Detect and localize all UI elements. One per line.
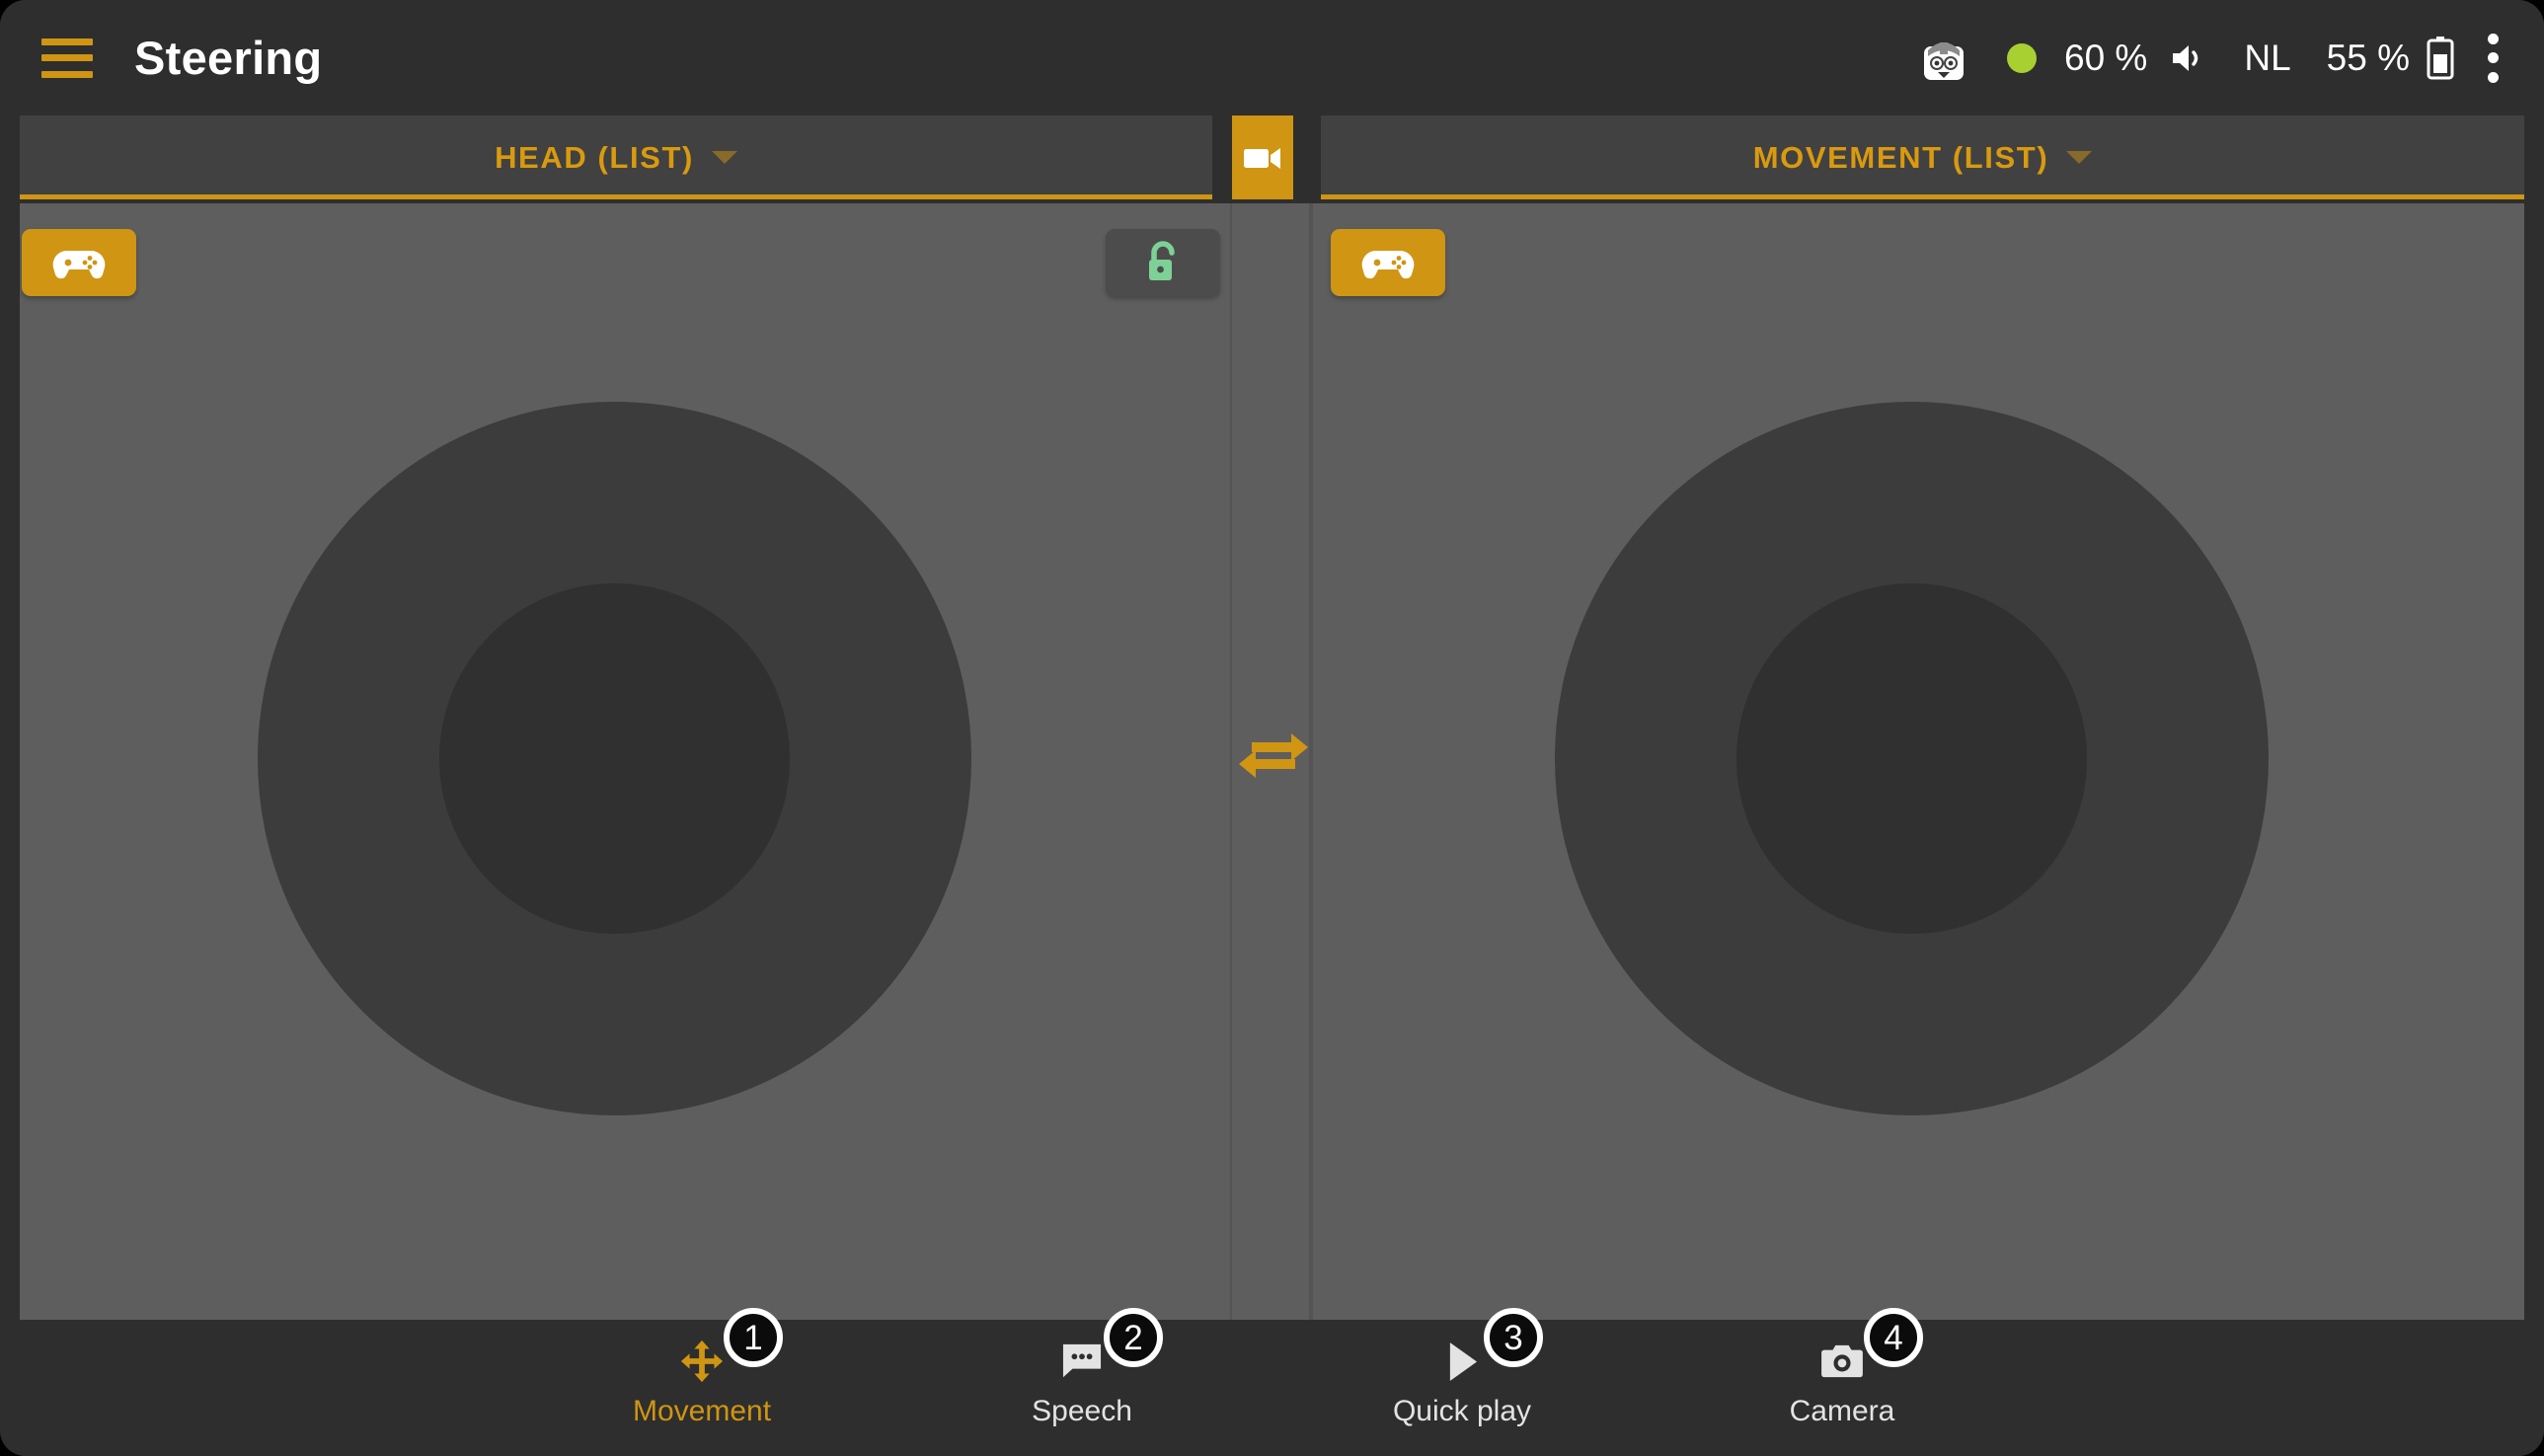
video-camera-toggle-button[interactable] [1232, 115, 1293, 199]
head-lock-button[interactable] [1106, 229, 1220, 296]
nav-item-movement[interactable]: Movement 1 [512, 1308, 892, 1446]
nav-item-quick-play[interactable]: Quick play 3 [1272, 1308, 1653, 1446]
menu-dot [2487, 33, 2499, 44]
battery-icon [2427, 36, 2454, 79]
head-gamepad-button[interactable] [22, 229, 136, 296]
gamepad-icon [52, 251, 106, 279]
nav-badge-4: 4 [1864, 1308, 1923, 1367]
chat-bubble-icon [1060, 1338, 1104, 1385]
volume-percentage: 60 % [2064, 37, 2148, 78]
movement-joystick-knob[interactable] [1736, 583, 2087, 934]
video-camera-icon [1244, 147, 1280, 169]
menu-dot [2487, 52, 2499, 63]
photo-camera-icon [1819, 1338, 1865, 1385]
tab-head-list[interactable]: HEAD (LIST) [20, 115, 1212, 199]
nav-badge-3: 3 [1484, 1308, 1543, 1367]
hamburger-bar [41, 70, 93, 78]
bottom-navigation-bar: Movement 1 Speech 2 Quick play 3 Camera … [0, 1308, 2544, 1456]
gamepad-icon [1361, 251, 1415, 279]
play-icon [1446, 1338, 1479, 1385]
nav-item-camera[interactable]: Camera 4 [1653, 1308, 2033, 1446]
steering-app-window: Steering 60 % NL 55 % HEAD (LIST) MOVEME… [0, 0, 2544, 1456]
nav-item-quick-play-label: Quick play [1392, 1395, 1532, 1427]
nav-item-camera-label: Camera [1789, 1395, 1895, 1427]
nav-badge-1: 1 [724, 1308, 783, 1367]
language-code[interactable]: NL [2244, 38, 2290, 79]
more-vertical-icon[interactable] [2487, 33, 2499, 83]
menu-dot [2487, 71, 2499, 83]
chevron-down-icon [711, 151, 737, 164]
head-joystick-knob[interactable] [439, 583, 790, 934]
robot-head-icon [1924, 41, 1964, 80]
tab-movement-list[interactable]: MOVEMENT (LIST) [1321, 115, 2524, 199]
swap-horizontal-icon[interactable] [1236, 728, 1311, 783]
tabbar-gap-left [1212, 115, 1232, 199]
nav-item-speech-label: Speech [1032, 1395, 1132, 1427]
hamburger-menu-icon[interactable] [41, 38, 93, 78]
tab-movement-list-label: MOVEMENT (LIST) [1752, 139, 2049, 175]
movement-joystick[interactable] [1555, 402, 2269, 1115]
nav-badge-2: 2 [1104, 1308, 1163, 1367]
hamburger-bar [41, 38, 93, 45]
speaker-volume-icon[interactable] [2169, 39, 2206, 77]
nav-item-movement-label: Movement [632, 1395, 772, 1427]
move-arrows-icon [679, 1338, 725, 1385]
top-app-bar: Steering 60 % NL 55 % [0, 0, 2544, 115]
lock-open-icon [1149, 241, 1175, 280]
tabbar-gap-right [1293, 115, 1321, 199]
battery-percentage: 55 % [2326, 37, 2410, 78]
nav-item-speech[interactable]: Speech 2 [892, 1308, 1272, 1446]
status-bar: 60 % NL 55 % [1918, 0, 2510, 115]
movement-gamepad-button[interactable] [1331, 229, 1445, 296]
chevron-down-icon [2066, 151, 2093, 164]
head-joystick[interactable] [258, 402, 971, 1115]
page-title: Steering [134, 32, 323, 84]
hamburger-bar [41, 54, 93, 61]
tab-head-list-label: HEAD (LIST) [495, 139, 694, 175]
connection-status-dot [2007, 42, 2037, 73]
